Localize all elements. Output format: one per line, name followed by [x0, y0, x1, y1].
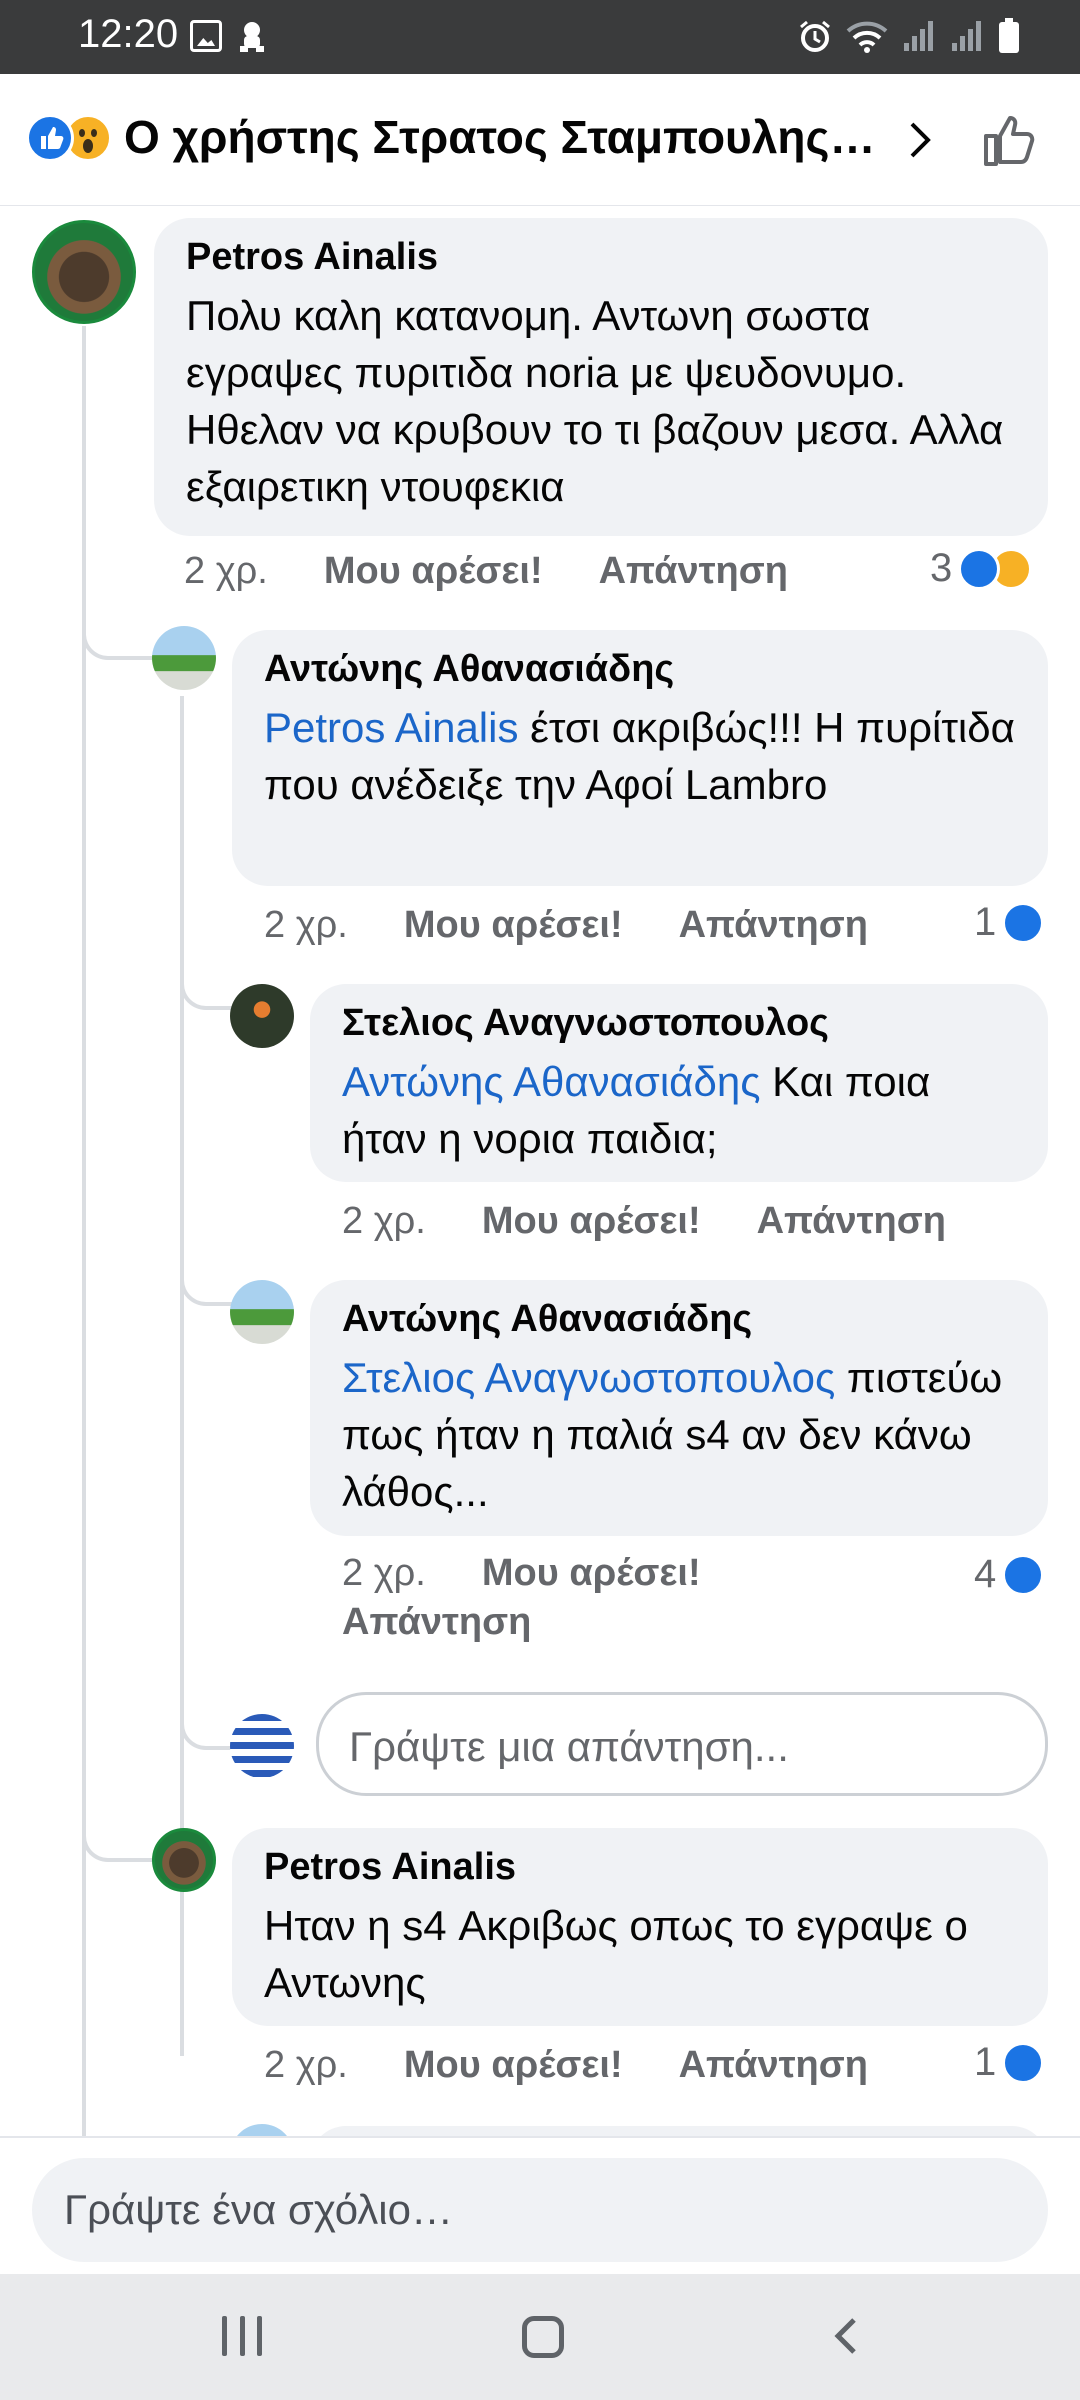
comment-time[interactable]: 2 χρ. [264, 2044, 348, 2087]
comment-text: Ηταν η s4 Ακριβως οπως το εγραψε ο Αντων… [264, 1902, 968, 2006]
reply-button[interactable]: Απάντηση [679, 2044, 868, 2087]
comment-bubble[interactable]: Αντώνης Αθανασιάδης Στελιος Αναγνωστοπου… [310, 1280, 1048, 1536]
comment-bubble[interactable]: Petros Ainalis Ηταν η s4 Ακριβως οπως το… [232, 1828, 1048, 2026]
comment-bubble[interactable] [310, 2126, 1048, 2136]
comment-time[interactable]: 2 χρ. [342, 1552, 426, 1595]
reaction-count[interactable]: 4 [974, 1552, 1045, 1597]
reaction-count-number: 1 [974, 900, 997, 944]
comment-time[interactable]: 2 χρ. [342, 1200, 426, 1243]
battery-icon [998, 18, 1020, 59]
comment-author[interactable]: Στελιος Αναγνωστοπουλος [342, 1002, 1016, 1045]
reaction-count-number: 3 [930, 546, 953, 590]
thread-elbow [180, 946, 232, 1010]
comment-text: Στελιος Αναγνωστοπουλος πιστεύω πως ήταν… [342, 1349, 1016, 1520]
comment-actions: 2 χρ. Μου αρέσει! Απάντηση [184, 550, 788, 593]
reaction-count-number: 1 [974, 2040, 997, 2084]
avatar[interactable] [230, 2124, 294, 2136]
comment-author[interactable]: Petros Ainalis [186, 236, 1016, 279]
comment-text: Πολυ καλη κατανομη. Αντωνη σωστα εγραψες… [186, 292, 1004, 510]
mention-link[interactable]: Petros Ainalis [264, 704, 518, 751]
reply-button[interactable]: Απάντηση [757, 1200, 946, 1243]
comment-bubble[interactable]: Petros Ainalis Πολυ καλη κατανομη. Αντων… [154, 218, 1048, 536]
avatar[interactable] [230, 1280, 294, 1344]
back-icon[interactable] [826, 2316, 866, 2356]
post-header: Ο χρήστης Στρατος Σταμπουλης κ… [0, 74, 1080, 206]
comment-time[interactable]: 2 χρ. [264, 904, 348, 947]
alarm-icon [798, 19, 832, 58]
current-user-avatar[interactable] [230, 1714, 294, 1778]
avatar[interactable] [152, 626, 216, 690]
like-button[interactable]: Μου αρέσει! [482, 1552, 701, 1595]
thread-elbow [82, 596, 154, 660]
comment-actions: 2 χρ. Μου αρέσει! Απάντηση [342, 1552, 762, 1644]
chevron-right-icon[interactable] [900, 120, 940, 160]
reaction-count[interactable]: 1 [974, 2040, 1045, 2085]
comment-author[interactable]: Petros Ainalis [264, 1846, 1016, 1889]
like-reaction-icon [1002, 901, 1045, 944]
signal-icon-2 [950, 19, 984, 58]
wifi-icon [846, 19, 888, 58]
reply-input[interactable]: Γράψτε μια απάντηση... [316, 1692, 1048, 1796]
status-time: 12:20 [78, 12, 179, 56]
like-button[interactable]: Μου αρέσει! [482, 1200, 701, 1243]
comment-actions: 2 χρ. Μου αρέσει! Απάντηση [342, 1200, 946, 1243]
avatar[interactable] [230, 984, 294, 1048]
gallery-notification-icon [190, 20, 222, 52]
comment-input-placeholder: Γράψτε ένα σχόλιο… [64, 2186, 453, 2233]
reaction-count[interactable]: 3 [930, 546, 1033, 591]
comment-bubble[interactable]: Στελιος Αναγνωστοπουλος Αντώνης Αθανασιά… [310, 984, 1048, 1182]
notification-icon [238, 20, 266, 54]
like-reaction-icon [26, 114, 74, 162]
comment-input[interactable]: Γράψτε ένα σχόλιο… [32, 2158, 1048, 2262]
like-reaction-icon [1002, 2041, 1045, 2084]
thread-elbow [82, 1798, 154, 1862]
comments-thread[interactable]: Petros Ainalis Πολυ καλη κατανομη. Αντων… [0, 206, 1080, 2136]
comment-composer: Γράψτε ένα σχόλιο… [0, 2136, 1080, 2274]
comment-bubble[interactable]: Αντώνης Αθανασιάδης Petros Ainalis έτσι … [232, 630, 1048, 886]
reply-button[interactable]: Απάντηση [342, 1601, 531, 1644]
status-bar: 12:20 [0, 0, 1080, 74]
comment-time[interactable]: 2 χρ. [184, 550, 268, 593]
like-post-icon[interactable] [980, 110, 1040, 170]
like-button[interactable]: Μου αρέσει! [404, 2044, 623, 2087]
comment-text: Αντώνης Αθανασιάδης Και ποια ήταν η νορι… [342, 1053, 1016, 1167]
home-icon[interactable] [522, 2316, 564, 2358]
reply-input-placeholder: Γράψτε μια απάντηση... [349, 1723, 789, 1770]
comment-actions: 2 χρ. Μου αρέσει! Απάντηση [264, 2044, 868, 2087]
post-title[interactable]: Ο χρήστης Στρατος Σταμπουλης κ… [124, 110, 884, 164]
reactions-summary[interactable] [26, 114, 116, 166]
reaction-count[interactable]: 1 [974, 900, 1045, 945]
like-reaction-icon [958, 547, 1001, 590]
recents-icon[interactable] [222, 2316, 262, 2356]
reply-button[interactable]: Απάντηση [679, 904, 868, 947]
like-button[interactable]: Μου αρέσει! [324, 550, 543, 593]
system-nav-bar [0, 2274, 1080, 2400]
comment-author[interactable]: Αντώνης Αθανασιάδης [342, 1298, 1016, 1341]
signal-icon [902, 19, 936, 58]
thread-elbow [180, 1686, 232, 1750]
avatar[interactable] [152, 1828, 216, 1892]
mention-link[interactable]: Αντώνης Αθανασιάδης [342, 1058, 760, 1105]
comment-actions: 2 χρ. Μου αρέσει! Απάντηση [264, 904, 868, 947]
reaction-count-number: 4 [974, 1552, 997, 1596]
comment-author[interactable]: Αντώνης Αθανασιάδης [264, 648, 1016, 691]
like-button[interactable]: Μου αρέσει! [404, 904, 623, 947]
reply-button[interactable]: Απάντηση [599, 550, 788, 593]
like-reaction-icon [1002, 1553, 1045, 1596]
thread-elbow [180, 1242, 232, 1306]
mention-link[interactable]: Στελιος Αναγνωστοπουλος [342, 1354, 835, 1401]
comment-text: Petros Ainalis έτσι ακριβώς!!! Η πυρίτιδ… [264, 699, 1016, 813]
avatar[interactable] [32, 220, 136, 324]
